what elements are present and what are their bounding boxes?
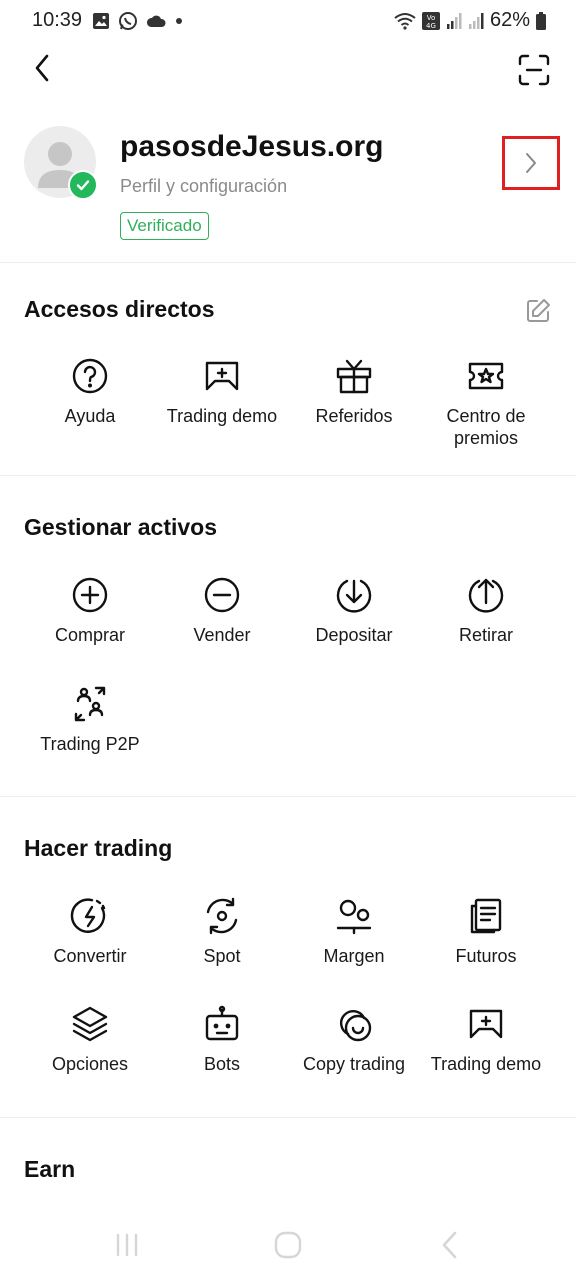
divider [0,475,576,476]
shortcut-demo-trading[interactable]: Trading demo [156,356,288,427]
trade-bots[interactable]: Bots [156,1004,288,1075]
trade-label: Futuros [455,946,517,966]
minus-circle-icon [202,575,242,615]
status-time: 10:39 [32,9,83,31]
trade-margin[interactable]: Margen [288,896,420,967]
asset-label: Comprar [54,625,125,645]
asset-p2p[interactable]: Trading P2P [24,684,156,755]
shortcut-help[interactable]: Ayuda [24,356,156,427]
image-icon [92,12,110,30]
section-title-trading: Hacer trading [24,835,173,861]
p2p-icon [70,684,110,724]
cloud-icon [146,13,166,29]
system-nav-bar [0,1212,576,1280]
back-button[interactable] [20,46,64,90]
svg-text:4G: 4G [426,22,436,30]
plus-circle-icon [70,575,110,615]
convert-icon [70,896,110,936]
status-bar: 10:39 Vo 4G 62% [0,0,576,44]
trade-label: Convertir [53,946,127,966]
futures-icon [466,896,506,936]
chevron-right-icon [524,152,538,174]
signal-icon [446,12,462,30]
verified-check-icon [68,170,98,200]
whatsapp-icon [118,11,138,31]
asset-withdraw[interactable]: Retirar [420,575,552,646]
asset-buy[interactable]: Comprar [24,575,156,646]
shortcut-label: Centro de premios [446,406,526,448]
ticket-star-icon [466,356,506,396]
scan-button[interactable] [512,48,556,92]
robot-icon [202,1004,242,1044]
battery-icon [536,11,546,30]
asset-label: Depositar [315,625,393,645]
verified-badge: Verificado [120,212,209,240]
svg-text:Vo: Vo [427,14,436,22]
shortcut-label: Ayuda [64,406,116,426]
profile-subtitle[interactable]: Perfil y configuración [120,176,287,197]
gift-icon [334,356,374,396]
home-icon[interactable] [273,1230,303,1260]
shortcut-rewards-center[interactable]: Centro de premios [420,356,552,449]
section-title-assets: Gestionar activos [24,514,218,540]
divider [0,262,576,263]
trade-label: Spot [203,946,241,966]
asset-label: Trading P2P [40,734,140,754]
signal-icon [468,12,484,30]
battery-label: 62% [489,9,530,31]
shortcut-label: Referidos [315,406,393,426]
chevron-left-icon [32,54,52,82]
divider [0,1117,576,1118]
gamepad-icon [202,356,242,396]
asset-label: Vender [193,625,251,645]
trade-futures[interactable]: Futuros [420,896,552,967]
copy-trading-icon [334,1004,374,1044]
spot-icon [202,896,242,936]
dot-icon [174,16,184,26]
trade-options[interactable]: Opciones [24,1004,156,1075]
trade-label: Opciones [51,1054,129,1074]
asset-label: Retirar [458,625,513,645]
asset-sell[interactable]: Vender [156,575,288,646]
trade-label: Bots [203,1054,241,1074]
profile-settings-button[interactable] [502,136,560,190]
arrow-down-icon [334,575,374,615]
scan-icon [518,54,550,86]
margin-icon [334,896,374,936]
trade-convert[interactable]: Convertir [24,896,156,967]
trade-demo-trading[interactable]: Trading demo [420,1004,552,1075]
recents-icon[interactable] [114,1232,140,1258]
section-title-shortcuts: Accesos directos [24,296,215,322]
layers-icon [70,1004,110,1044]
trade-label: Trading demo [430,1054,542,1074]
trade-spot[interactable]: Spot [156,896,288,967]
divider [0,796,576,797]
trade-copy-trading[interactable]: Copy trading [288,1004,420,1075]
profile-name[interactable]: pasosdeJesus.org [120,130,383,164]
shortcut-label: Trading demo [166,406,278,426]
trade-label: Margen [323,946,385,966]
trade-label: Copy trading [302,1054,406,1074]
arrow-up-icon [466,575,506,615]
asset-deposit[interactable]: Depositar [288,575,420,646]
section-title-earn: Earn [24,1156,76,1182]
shortcut-referrals[interactable]: Referidos [288,356,420,427]
volte-4g-icon: Vo 4G [421,11,440,31]
wifi-icon [394,12,416,30]
gamepad-icon [466,1004,506,1044]
edit-icon[interactable] [524,297,552,325]
help-circle-icon [70,356,110,396]
back-icon[interactable] [438,1230,460,1260]
